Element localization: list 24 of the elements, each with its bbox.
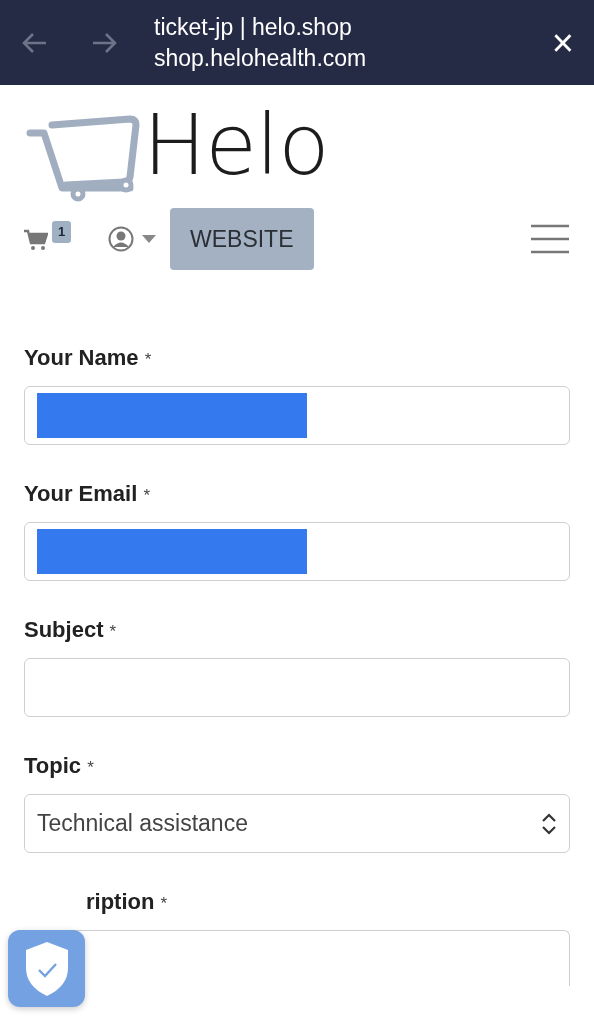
input-field[interactable] [24,658,570,717]
close-button[interactable]: × [547,23,578,62]
field-label: Subject * [24,616,118,644]
field-label: Topic * [24,752,95,780]
user-icon[interactable] [108,226,134,252]
security-badge-overlay[interactable] [8,930,85,1007]
input-field[interactable] [24,386,570,445]
cart-count: 1 [52,221,72,243]
input-field[interactable] [24,522,570,581]
caret-icon[interactable] [142,235,156,243]
logo-text[interactable]: Helo [143,103,329,187]
forward-icon[interactable] [91,30,119,55]
back-icon[interactable] [20,30,48,55]
field-label: Your Name * [24,344,153,372]
updown-icon [541,812,557,835]
field-label: ription * [85,888,169,916]
page-title: ticket-jp | helo.shop [154,12,353,42]
page-url: shop.helohealth.com [154,43,368,73]
field-label: Your Email * [24,480,152,508]
cart-icon[interactable] [24,228,48,251]
menu-icon[interactable] [530,224,570,254]
website-button[interactable]: WEBSITE [170,207,314,271]
shield-check-icon [23,940,70,997]
select-field[interactable]: Technical assistance [24,794,570,853]
